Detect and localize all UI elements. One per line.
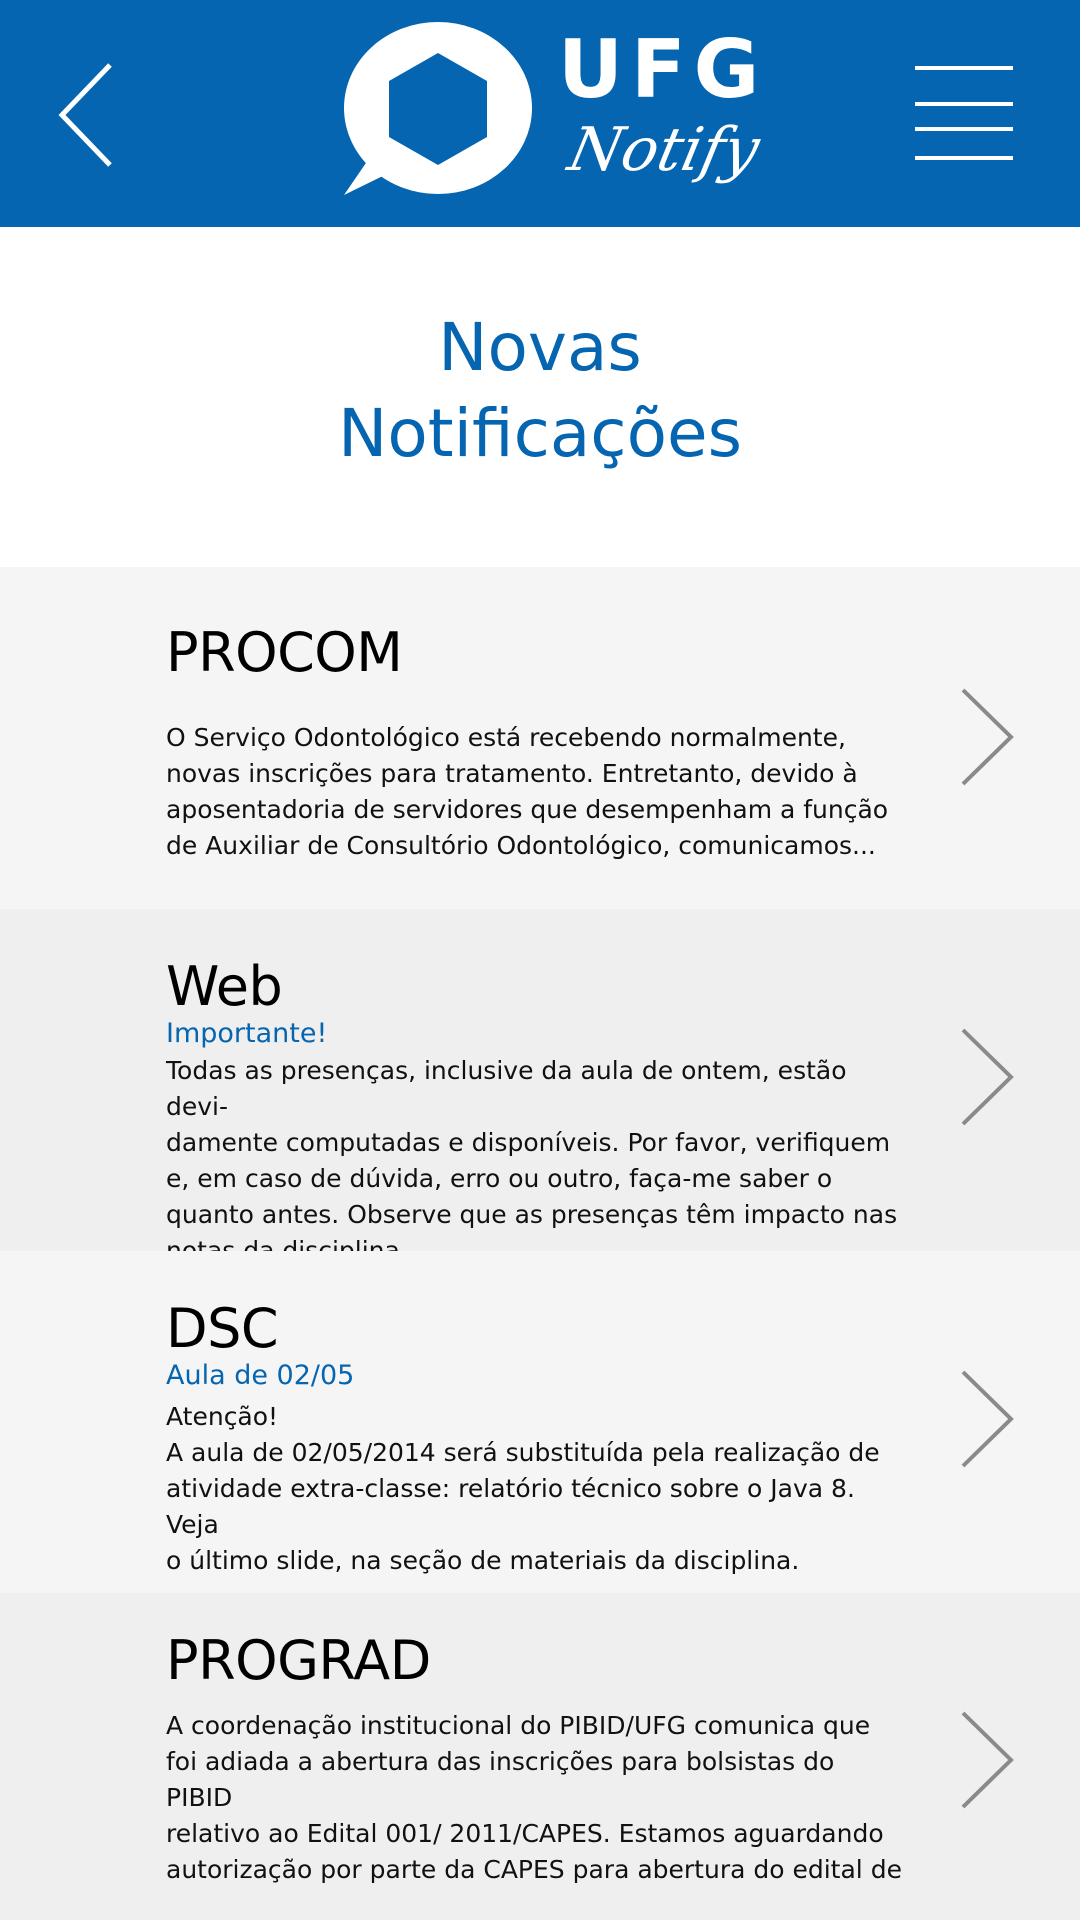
chevron-right-icon[interactable] xyxy=(955,1022,1015,1132)
notification-subtitle: Aula de 02/05 xyxy=(166,1359,355,1391)
notification-content: PROCOM O Serviço Odontológico está receb… xyxy=(166,621,906,864)
notification-body: Atenção! A aula de 02/05/2014 será subst… xyxy=(166,1401,880,1575)
notification-card-procom[interactable]: PROCOM O Serviço Odontológico está receb… xyxy=(0,567,1080,909)
notification-card-dsc[interactable]: DSC Aula de 02/05 Atenção! A aula de 02/… xyxy=(0,1251,1080,1593)
menu-button[interactable] xyxy=(905,55,1015,175)
page-title-line2: Notificações xyxy=(338,395,742,472)
page-title-line1: Novas xyxy=(438,309,642,386)
logo-wordmark: UFG xyxy=(558,23,768,116)
chevron-right-icon[interactable] xyxy=(955,1364,1015,1474)
page-title: Novas Notificações xyxy=(0,305,1080,477)
notification-body: O Serviço Odontológico está recebendo no… xyxy=(166,722,889,860)
chevron-left-icon xyxy=(58,63,112,167)
app-header: UFG Notify xyxy=(0,0,1080,227)
notification-body: A coordenação institucional do PIBID/UFG… xyxy=(166,1710,902,1884)
logo-subtext: Notify xyxy=(562,115,766,185)
notification-content: Web Importante! Todas as presenças, incl… xyxy=(166,955,906,1251)
back-button[interactable] xyxy=(40,50,130,180)
ufg-notify-logo: UFG Notify xyxy=(340,20,765,205)
chevron-right-icon[interactable] xyxy=(955,682,1015,792)
hamburger-menu-icon xyxy=(915,66,1013,160)
notification-body: Todas as presenças, inclusive da aula de… xyxy=(166,1055,898,1251)
chevron-right-icon[interactable] xyxy=(955,1705,1015,1815)
notification-content: PROGRAD A coordenação institucional do P… xyxy=(166,1629,906,1888)
notification-content: DSC Aula de 02/05 Atenção! A aula de 02/… xyxy=(166,1297,906,1579)
notification-subtitle: Importante! xyxy=(166,1017,328,1049)
notification-title: DSC xyxy=(166,1297,279,1360)
notification-card-web[interactable]: Web Importante! Todas as presenças, incl… xyxy=(0,909,1080,1251)
notification-title: PROCOM xyxy=(166,621,403,684)
speech-bubble-hexagon-icon xyxy=(344,22,532,195)
notification-title: Web xyxy=(166,955,283,1018)
notification-title: PROGRAD xyxy=(166,1629,431,1692)
notification-card-prograd[interactable]: PROGRAD A coordenação institucional do P… xyxy=(0,1593,1080,1920)
